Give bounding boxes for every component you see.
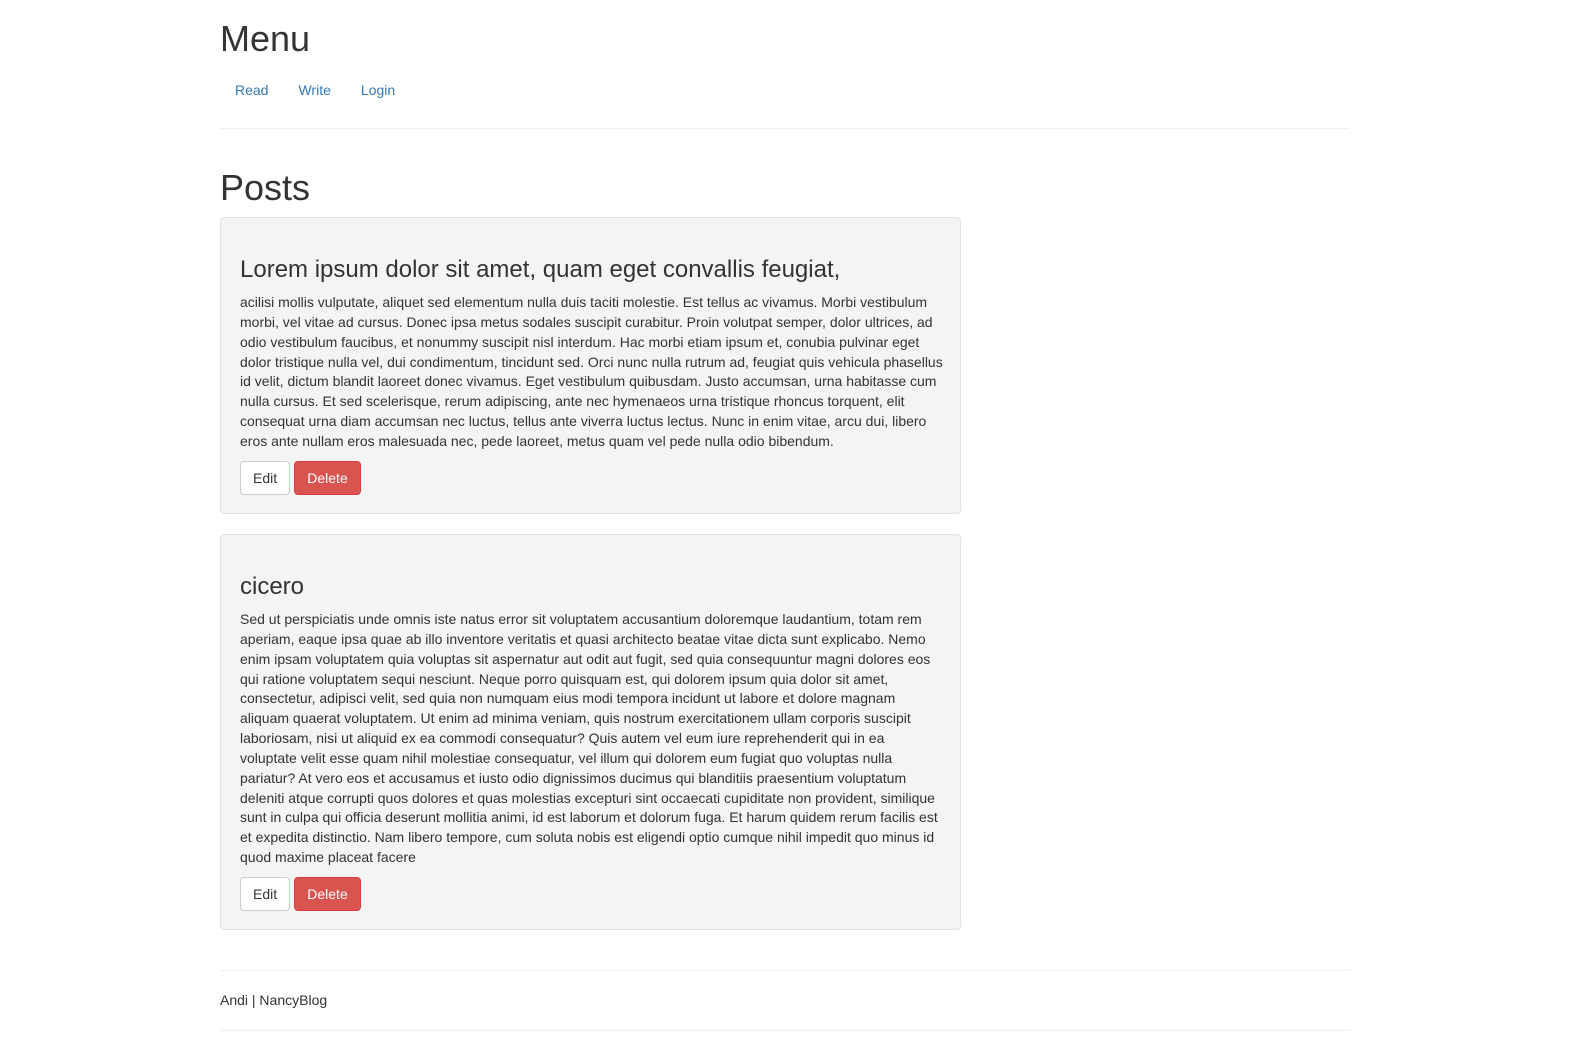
nav-item-read: Read	[220, 76, 283, 104]
footer-divider-bottom	[220, 1030, 1350, 1031]
main-nav: Read Write Login	[220, 76, 410, 104]
menu-title: Menu	[220, 18, 311, 59]
nav-link-login[interactable]: Login	[346, 76, 410, 104]
edit-button[interactable]: Edit	[240, 461, 290, 495]
delete-button[interactable]: Delete	[294, 461, 361, 495]
nav-item-write: Write	[283, 76, 345, 104]
posts-heading: Posts	[220, 167, 311, 208]
nav-link-read[interactable]: Read	[220, 76, 283, 104]
post-actions: Edit Delete	[240, 461, 361, 495]
delete-button[interactable]: Delete	[294, 877, 361, 911]
post-title: Lorem ipsum dolor sit amet, quam eget co…	[240, 256, 841, 283]
nav-item-login: Login	[346, 76, 410, 104]
post-title: cicero	[240, 573, 305, 600]
post-body: Sed ut perspiciatis unde omnis iste natu…	[240, 611, 938, 866]
post-actions: Edit Delete	[240, 877, 361, 911]
post-body: acilisi mollis vulputate, aliquet sed el…	[240, 294, 943, 449]
edit-button[interactable]: Edit	[240, 877, 290, 911]
header-divider	[220, 128, 1350, 129]
post-card: Lorem ipsum dolor sit amet, quam eget co…	[220, 217, 961, 514]
nav-link-write[interactable]: Write	[283, 76, 345, 104]
footer-text: Andi | NancyBlog	[220, 992, 328, 1008]
post-card: cicero Sed ut perspiciatis unde omnis is…	[220, 534, 961, 930]
footer-divider-top	[220, 970, 1350, 971]
